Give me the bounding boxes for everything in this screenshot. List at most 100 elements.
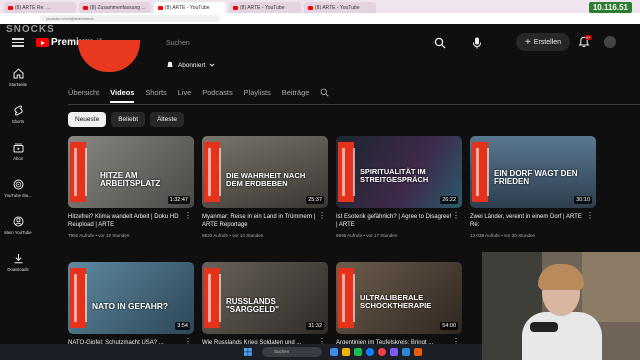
channel-ghost-title: SNOCKS bbox=[6, 24, 55, 35]
video-title[interactable]: Ist Esoterik gefährlich? | Agree to Disa… bbox=[336, 213, 452, 229]
tab-posts[interactable]: Beiträge bbox=[282, 82, 310, 103]
app-icon[interactable] bbox=[402, 348, 410, 356]
video-thumbnail[interactable]: Spiritualität im Streitgespräch 26:22 bbox=[336, 136, 462, 208]
subscriptions-icon bbox=[13, 143, 23, 153]
video-title[interactable]: Zwei Länder, vereint in einem Dorf | ART… bbox=[470, 213, 586, 229]
browser-tab[interactable]: (8) ARTE - YouTube bbox=[229, 2, 301, 13]
youtube-favicon-icon bbox=[308, 5, 313, 10]
thumbnail-title: Die Wahrheit nach dem Erdbeben bbox=[226, 171, 306, 188]
nav-item-youtube-music[interactable]: YouTube Mu... bbox=[0, 179, 36, 198]
tab-overview[interactable]: Übersicht bbox=[68, 82, 99, 103]
subscribe-button[interactable]: Abonniert bbox=[160, 57, 221, 73]
nav-item-label: Abos bbox=[13, 156, 23, 161]
video-thumbnail[interactable]: Die Wahrheit nach dem Erdbeben 25:37 bbox=[202, 136, 328, 208]
hamburger-menu-icon[interactable] bbox=[12, 38, 24, 47]
video-duration: 26:22 bbox=[440, 196, 458, 204]
video-duration: 25:37 bbox=[306, 196, 324, 204]
search-placeholder: Suchen bbox=[166, 39, 190, 47]
video-thumbnail[interactable]: NATO in Gefahr? 3:54 bbox=[68, 262, 194, 334]
channel-search-icon[interactable] bbox=[320, 88, 329, 97]
url-field[interactable]: youtube.com/@arte/videos bbox=[40, 15, 220, 22]
more-options-icon[interactable]: ⋮ bbox=[586, 212, 594, 220]
youtube-favicon-icon bbox=[8, 5, 13, 10]
tab-videos[interactable]: Videos bbox=[110, 82, 135, 103]
nav-item-label: Startseite bbox=[8, 82, 28, 87]
you-icon bbox=[13, 216, 23, 227]
video-thumbnail[interactable]: Russlands "Sarggeld" 31:32 bbox=[202, 262, 328, 334]
nav-item-label: Shorts bbox=[11, 119, 25, 124]
tab-shorts[interactable]: Shorts bbox=[145, 82, 166, 103]
tab-playlists[interactable]: Playlists bbox=[244, 82, 271, 103]
account-avatar[interactable] bbox=[604, 36, 616, 48]
more-options-icon[interactable]: ⋮ bbox=[318, 212, 326, 220]
screen: (8) ARTE Re: ... (8) Zusammenfassung ...… bbox=[0, 0, 640, 360]
nav-item-label: Downloads bbox=[7, 267, 29, 272]
taskview-icon[interactable] bbox=[330, 348, 338, 356]
video-duration: 31:32 bbox=[306, 322, 324, 330]
plus-icon: + bbox=[524, 36, 531, 48]
search-input[interactable]: Suchen bbox=[160, 34, 422, 52]
arte-logo-icon bbox=[472, 142, 489, 202]
app-icon[interactable] bbox=[390, 348, 398, 356]
video-title[interactable]: Hitzefrei? Klima wandelt Arbeit | Doku H… bbox=[68, 213, 184, 229]
thumbnail-title: Hitze am Arbeitsplatz bbox=[100, 171, 161, 189]
video-duration: 30:10 bbox=[574, 196, 592, 204]
bell-icon bbox=[167, 61, 173, 67]
video-thumbnail[interactable]: Ultraliberale Schocktherapie 54:00 bbox=[336, 262, 462, 334]
chip-popular[interactable]: Beliebt bbox=[111, 112, 146, 127]
channel-tabs: Übersicht Videos Shorts Live Podcasts Pl… bbox=[68, 82, 329, 104]
app-icon[interactable] bbox=[354, 348, 362, 356]
video-thumbnail[interactable]: Ein Dorf wagt den Frieden 30:10 bbox=[470, 136, 596, 208]
arte-logo-icon bbox=[204, 142, 221, 202]
thumbnail-title: Ein Dorf wagt den Frieden bbox=[494, 169, 578, 187]
nav-item-home[interactable]: Startseite bbox=[0, 68, 36, 87]
arte-logo-icon bbox=[338, 268, 355, 328]
video-meta: 6933 Aufrufe • vor 14 Stunden bbox=[202, 233, 264, 238]
browser-tabstrip: (8) ARTE Re: ... (8) Zusammenfassung ...… bbox=[0, 0, 640, 13]
taskbar-search-input[interactable]: Suchen bbox=[262, 347, 322, 357]
microphone-icon[interactable] bbox=[472, 37, 482, 49]
microphone-icon bbox=[530, 322, 558, 332]
create-label: Erstellen bbox=[533, 38, 562, 46]
browser-tab[interactable]: (8) ARTE - YouTube bbox=[304, 2, 376, 13]
arte-logo-icon bbox=[204, 268, 221, 328]
clock-overlay: 10.116.51 bbox=[588, 2, 632, 13]
sort-chips: Neueste Beliebt Älteste bbox=[68, 112, 184, 127]
windows-start-icon[interactable] bbox=[244, 348, 252, 356]
chip-newest[interactable]: Neueste bbox=[68, 112, 107, 127]
video-duration: 3:54 bbox=[175, 322, 190, 330]
channel-avatar-partial bbox=[78, 40, 140, 72]
tab-live[interactable]: Live bbox=[178, 82, 192, 103]
edge-icon[interactable] bbox=[366, 348, 374, 356]
subscribe-label: Abonniert bbox=[178, 61, 206, 69]
video-title[interactable]: Myanmar: Reise in ein Land in Trümmern |… bbox=[202, 213, 318, 229]
video-thumbnail[interactable]: Hitze am Arbeitsplatz 1:32:47 bbox=[68, 136, 194, 208]
youtube-favicon-icon bbox=[83, 5, 88, 10]
more-options-icon[interactable]: ⋮ bbox=[184, 212, 192, 220]
nav-item-you[interactable]: Mein YouTube bbox=[0, 216, 36, 235]
youtube-favicon-icon bbox=[158, 5, 163, 10]
nav-item-shorts[interactable]: Shorts bbox=[0, 105, 36, 124]
taskbar: Suchen bbox=[0, 344, 482, 360]
chrome-icon[interactable] bbox=[378, 348, 386, 356]
browser-tab-label: (8) ARTE - YouTube bbox=[240, 4, 285, 11]
tab-podcasts[interactable]: Podcasts bbox=[202, 82, 232, 103]
app-icon[interactable] bbox=[414, 348, 422, 356]
nav-item-subscriptions[interactable]: Abos bbox=[0, 142, 36, 161]
tabs-divider bbox=[68, 104, 640, 105]
browser-tab-label: (8) ARTE Re: ... bbox=[15, 4, 51, 11]
chevron-down-icon bbox=[210, 63, 215, 67]
chip-oldest[interactable]: Älteste bbox=[150, 112, 184, 127]
webcam-overlay bbox=[482, 252, 640, 360]
browser-tab[interactable]: (8) Zusammenfassung ... bbox=[79, 2, 151, 13]
file-explorer-icon[interactable] bbox=[342, 348, 350, 356]
search-icon[interactable] bbox=[434, 37, 446, 49]
browser-tab-active[interactable]: (8) ARTE - YouTube bbox=[154, 2, 226, 13]
nav-item-downloads[interactable]: Downloads bbox=[0, 253, 36, 272]
shorts-icon bbox=[13, 105, 23, 116]
video-meta: 6996 Aufrufe • vor 17 Stunden bbox=[336, 233, 398, 238]
more-options-icon[interactable]: ⋮ bbox=[452, 212, 460, 220]
browser-tab[interactable]: (8) ARTE Re: ... bbox=[4, 2, 76, 13]
create-button[interactable]: + Erstellen bbox=[516, 33, 570, 51]
youtube-favicon-icon bbox=[233, 5, 238, 10]
